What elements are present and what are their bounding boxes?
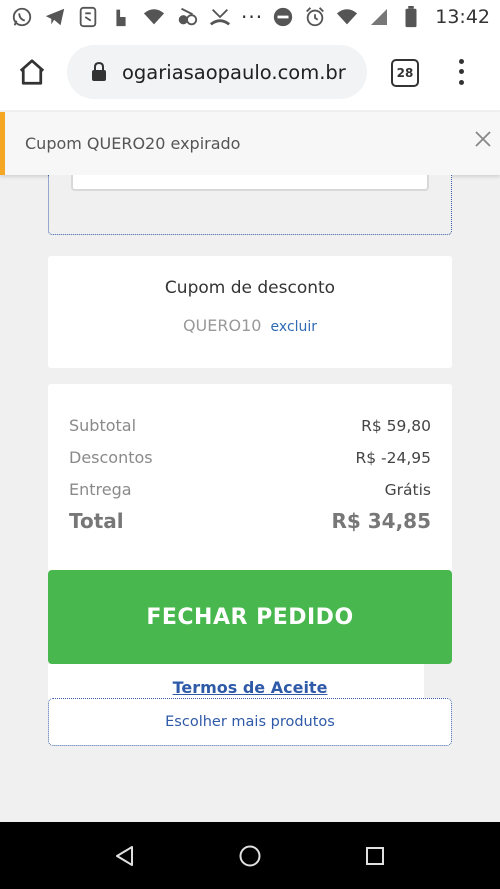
more-notifications: ··· xyxy=(241,5,264,29)
delivery-value: Grátis xyxy=(384,480,431,499)
tab-switcher-button[interactable]: 28 xyxy=(391,59,419,87)
total-value: R$ 34,85 xyxy=(331,509,431,533)
android-nav-bar xyxy=(0,822,500,889)
home-nav-button[interactable] xyxy=(236,842,264,870)
subtotal-value: R$ 59,80 xyxy=(361,416,431,435)
total-row: Total R$ 34,85 xyxy=(69,509,431,533)
url-text: ogariasaopaulo.com.br xyxy=(122,60,346,84)
terms-strip: Termos de Aceite xyxy=(48,664,424,700)
mute-icon xyxy=(175,5,199,29)
signal-icon xyxy=(367,5,391,29)
telegram-icon xyxy=(43,5,67,29)
subtotal-label: Subtotal xyxy=(69,416,137,435)
notification-icons: ··· xyxy=(10,5,263,29)
menu-dot-icon xyxy=(458,58,464,64)
coupon-expired-toast: Cupom QUERO20 expirado xyxy=(0,112,500,175)
discount-value: R$ -24,95 xyxy=(355,448,431,467)
system-icons: 13:42 xyxy=(271,5,490,29)
back-icon xyxy=(116,846,133,866)
menu-dot-icon xyxy=(458,69,464,75)
home-icon xyxy=(19,59,45,85)
status-bar: ··· 13:42 xyxy=(0,0,500,34)
terms-link[interactable]: Termos de Aceite xyxy=(48,678,452,697)
address-bar[interactable]: ogariasaopaulo.com.br xyxy=(67,45,367,99)
close-toast-button[interactable] xyxy=(471,127,495,151)
choose-more-products-button[interactable]: Escolher mais produtos xyxy=(48,698,452,746)
close-icon xyxy=(475,131,491,147)
more-products-label: Escolher mais produtos xyxy=(165,714,335,730)
back-button[interactable] xyxy=(111,842,139,870)
clock: 13:42 xyxy=(435,6,490,28)
do-not-disturb-icon xyxy=(271,5,295,29)
alarm-icon xyxy=(303,5,327,29)
checkout-button[interactable]: FECHAR PEDIDO xyxy=(48,570,452,664)
toast-message: Cupom QUERO20 expirado xyxy=(25,134,241,153)
wifi-signal-icon xyxy=(335,5,359,29)
circle-home-icon xyxy=(239,845,261,867)
menu-dot-icon xyxy=(458,80,464,86)
coupon-card: Cupom de desconto QUERO10 excluir xyxy=(48,256,452,368)
battery-icon xyxy=(399,5,423,29)
discount-label: Descontos xyxy=(69,448,153,467)
notification-icon xyxy=(109,5,133,29)
order-summary: Subtotal R$ 59,80 Descontos R$ -24,95 En… xyxy=(48,384,452,574)
whatsapp-icon xyxy=(10,5,34,29)
square-recents-icon xyxy=(366,847,384,865)
delivery-label: Entrega xyxy=(69,480,132,499)
checkout-label: FECHAR PEDIDO xyxy=(146,604,354,630)
wifi-icon xyxy=(142,5,166,29)
browser-menu-button[interactable] xyxy=(450,56,472,88)
delivery-row: Entrega Grátis xyxy=(69,480,431,499)
browser-toolbar: ogariasaopaulo.com.br 28 xyxy=(0,34,500,110)
missed-call-icon xyxy=(208,5,232,29)
applied-coupon: QUERO10 excluir xyxy=(48,316,452,335)
app-icon xyxy=(76,5,100,29)
remove-coupon-link[interactable]: excluir xyxy=(271,319,318,335)
coupon-title: Cupom de desconto xyxy=(164,278,336,298)
recents-button[interactable] xyxy=(361,842,389,870)
subtotal-row: Subtotal R$ 59,80 xyxy=(69,416,431,435)
total-label: Total xyxy=(69,509,124,533)
coupon-code: QUERO10 xyxy=(182,316,262,335)
lock-icon xyxy=(89,62,109,82)
home-button[interactable] xyxy=(14,54,50,90)
discount-row: Descontos R$ -24,95 xyxy=(69,448,431,467)
address-card xyxy=(48,175,452,235)
address-input[interactable] xyxy=(71,175,429,191)
